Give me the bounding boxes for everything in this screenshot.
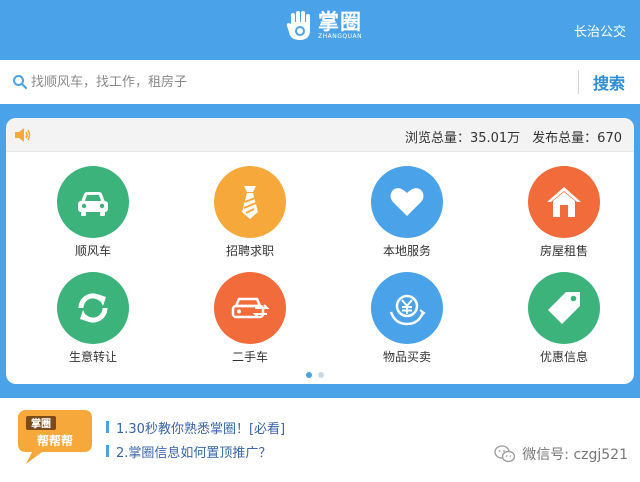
category-label: 房屋租售: [539, 244, 588, 258]
app-logo: 掌圈 ZHANGQUAN: [285, 10, 362, 42]
speaker-icon[interactable]: [14, 128, 32, 142]
badge-title: 掌圈: [31, 417, 51, 430]
category-label: 二手车: [231, 350, 268, 364]
wechat-watermark: 微信号: czgj521: [494, 444, 628, 464]
category-deals[interactable]: 优惠信息: [494, 258, 634, 364]
category-used-cars[interactable]: 二手车: [180, 258, 320, 364]
app-header: 掌圈 ZHANGQUAN 长治公交: [0, 0, 640, 60]
heart-icon: [390, 188, 424, 216]
category-icon-bg: [371, 272, 443, 344]
hand-logo-icon: [286, 11, 310, 40]
watermark-text: 微信号: czgj521: [522, 447, 628, 463]
logo-subtitle: ZHANGQUAN: [318, 33, 363, 40]
news-item[interactable]: 1.30秒教你熟悉掌圈！[必看]: [106, 418, 285, 437]
category-icon-bg: [57, 166, 129, 238]
category-icon-bg: [528, 272, 600, 344]
wechat-icon: [494, 445, 516, 463]
search-icon: [13, 75, 27, 89]
search-button[interactable]: 搜索: [586, 70, 632, 94]
stats-summary: 浏览总量：35.01万 发布总量：670: [405, 127, 622, 146]
category-housing[interactable]: 房屋租售: [494, 152, 634, 258]
category-icon-bg: [57, 272, 129, 344]
page-dot[interactable]: [318, 372, 324, 378]
refresh-icon: [78, 293, 108, 323]
help-badge-icon[interactable]: 掌圈 帮帮帮: [12, 406, 98, 468]
category-icon-bg: [214, 166, 286, 238]
promo-section: 掌圈 帮帮帮 1.30秒教你熟悉掌圈！[必看] 2.掌圈信息如何置顶推广？ 微信…: [0, 398, 640, 482]
category-icon-bg: [214, 272, 286, 344]
category-icon-bg: [371, 166, 443, 238]
category-business-transfer[interactable]: 生意转让: [23, 258, 163, 364]
city-selector[interactable]: 长治公交: [574, 21, 626, 40]
posts-total: 发布总量：670: [532, 131, 622, 146]
yen-exchange-icon: [389, 294, 426, 326]
category-label: 生意转让: [68, 350, 117, 364]
category-label: 顺风车: [74, 244, 111, 258]
category-label: 招聘求职: [225, 244, 274, 258]
tie-icon: [242, 186, 258, 219]
category-rideshare[interactable]: 顺风车: [23, 152, 163, 258]
news-text: 2.掌圈信息如何置顶推广？: [116, 446, 272, 461]
category-card: 浏览总量：35.01万 发布总量：670 顺风车 招聘求职 本地服务 房屋租售 …: [6, 118, 634, 384]
news-item[interactable]: 2.掌圈信息如何置顶推广？: [106, 442, 271, 461]
car-icon: [78, 192, 108, 216]
news-text: 1.30秒教你熟悉掌圈！[必看]: [116, 422, 286, 437]
category-label: 优惠信息: [539, 350, 588, 364]
category-label: 物品买卖: [382, 350, 431, 364]
category-label: 本地服务: [382, 244, 431, 258]
search-divider: [578, 70, 579, 94]
category-local-services[interactable]: 本地服务: [337, 152, 477, 258]
category-buy-sell[interactable]: 物品买卖: [337, 258, 477, 364]
logo-title: 掌圈: [318, 10, 362, 34]
badge-subtitle: 帮帮帮: [37, 433, 73, 448]
search-input[interactable]: [31, 68, 566, 96]
search-bar: 搜索: [0, 60, 640, 104]
views-total: 浏览总量：35.01万: [404, 131, 521, 146]
page-indicator: [306, 372, 330, 378]
tag-icon: [548, 292, 580, 324]
used-car-icon: [231, 297, 270, 319]
house-icon: [547, 187, 581, 217]
category-icon-bg: [528, 166, 600, 238]
category-jobs[interactable]: 招聘求职: [180, 152, 320, 258]
page-dot-active[interactable]: [306, 372, 312, 378]
notice-bar: 浏览总量：35.01万 发布总量：670: [6, 118, 634, 152]
